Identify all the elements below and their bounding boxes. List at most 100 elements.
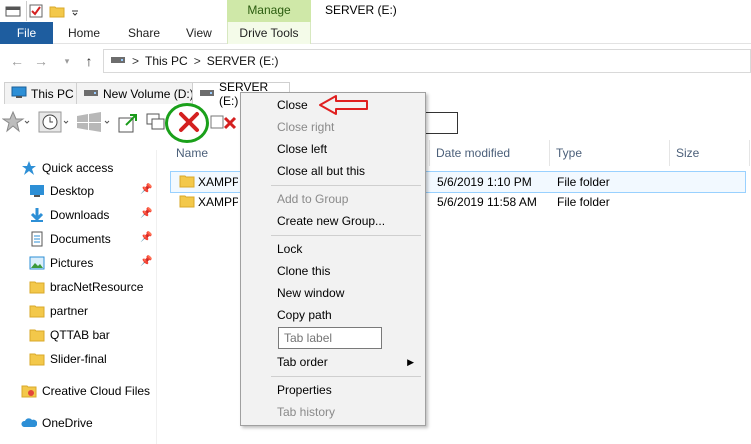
sidebar-item-documents[interactable]: Documents 📌 (28, 228, 157, 250)
sidebar-item-creative-cloud[interactable]: Creative Cloud Files (20, 380, 157, 402)
forward-arrow-icon[interactable]: → (32, 51, 50, 71)
row-name: XAMPP7 (198, 195, 238, 209)
downloads-icon (28, 207, 46, 223)
annotation-green-circle (165, 103, 209, 143)
sidebar-item-quick-access[interactable]: Quick access (20, 157, 157, 179)
menu-separator (271, 185, 421, 186)
navigation-pane: Quick access Desktop 📌 Downloads 📌 Docum… (0, 150, 157, 444)
menu-separator (271, 376, 421, 377)
sidebar-item-bracnetresource[interactable]: bracNetResource (28, 276, 157, 298)
pin-icon[interactable]: 📌 (140, 256, 152, 267)
windows-flag-icon[interactable] (74, 110, 112, 134)
sidebar-item-pictures[interactable]: Pictures 📌 (28, 252, 157, 274)
menu-item-close-left[interactable]: Close left (242, 138, 424, 160)
row-date-modified: 5/6/2019 11:58 AM (437, 195, 537, 209)
duplicate-window-icon[interactable] (145, 110, 167, 134)
column-header-type[interactable]: Type (550, 140, 670, 166)
up-arrow-icon[interactable]: ↑ (80, 51, 98, 71)
annotation-red-arrow-icon (319, 95, 368, 115)
folder-icon (28, 327, 46, 343)
menu-item-create-new-group[interactable]: Create new Group... (242, 210, 424, 232)
folder-icon (28, 351, 46, 367)
sidebar-item-label: Pictures (50, 256, 94, 270)
sidebar-item-slider-final[interactable]: Slider-final (28, 348, 157, 370)
menu-item-lock[interactable]: Lock (242, 238, 424, 260)
sidebar-item-label: Downloads (50, 208, 110, 222)
sidebar-item-qttab-bar[interactable]: QTTAB bar (28, 324, 157, 346)
folder-icon (28, 303, 46, 319)
properties-check-icon[interactable] (26, 1, 44, 21)
row-type: File folder (557, 195, 610, 209)
close-other-tabs-icon[interactable] (210, 110, 238, 134)
menu-item-close-all-but-this[interactable]: Close all but this (242, 160, 424, 182)
breadcrumb-separator: > (193, 54, 201, 68)
sidebar-item-downloads[interactable]: Downloads 📌 (28, 204, 157, 226)
menu-item-add-to-group[interactable]: Add to Group (242, 188, 424, 210)
new-folder-icon[interactable] (48, 1, 66, 21)
sidebar-item-label: Desktop (50, 184, 95, 198)
tab-drive-tools[interactable]: Drive Tools (227, 22, 311, 44)
back-arrow-icon[interactable]: ← (8, 51, 26, 71)
menu-item-label: Tab order (277, 355, 328, 369)
manage-tab[interactable]: Manage (227, 0, 311, 22)
tab-home[interactable]: Home (68, 22, 100, 44)
submenu-arrow-icon: ▶ (407, 357, 414, 367)
menu-item-tab-order[interactable]: Tab order ▶ (242, 351, 424, 373)
sidebar-item-label: Slider-final (50, 352, 107, 366)
recent-locations-chevron-icon[interactable]: ▾ (58, 51, 76, 71)
menu-item-properties[interactable]: Properties (242, 379, 424, 401)
breadcrumb-separator: > (132, 54, 140, 68)
sidebar-item-onedrive[interactable]: OneDrive (20, 412, 157, 434)
app-icon[interactable] (4, 1, 22, 21)
title-bar: Manage SERVER (E:) (0, 0, 751, 22)
sidebar-item-desktop[interactable]: Desktop 📌 (28, 180, 157, 202)
tab-share[interactable]: Share (128, 22, 160, 44)
this-pc-icon (11, 86, 27, 102)
folder-icon (179, 194, 195, 214)
row-type: File folder (557, 175, 610, 189)
menu-separator (271, 235, 421, 236)
tab-view[interactable]: View (186, 22, 212, 44)
file-tab[interactable]: File (0, 22, 53, 44)
quick-access-toolbar (0, 0, 80, 22)
pin-icon[interactable]: 📌 (140, 208, 152, 219)
tab-label: This PC (31, 86, 74, 101)
menu-item-clone-this[interactable]: Clone this (242, 260, 424, 282)
creative-cloud-folder-icon (20, 383, 38, 399)
window-title: SERVER (E:) (325, 3, 397, 17)
column-header-date-modified[interactable]: Date modified (430, 140, 550, 166)
tab-label-input[interactable] (278, 327, 382, 349)
breadcrumb-server-e[interactable]: SERVER (E:) (207, 54, 279, 68)
menu-item-new-window[interactable]: New window (242, 282, 424, 304)
folder-icon (179, 174, 195, 194)
row-date-modified: 5/6/2019 1:10 PM (437, 175, 532, 189)
history-clock-icon[interactable] (38, 110, 72, 134)
customize-qat-icon[interactable] (70, 1, 80, 21)
navigation-bar: ← → ▾ ↑ > This PC > SERVER (E:) (0, 45, 751, 77)
sidebar-item-partner[interactable]: partner (28, 300, 157, 322)
star-blue-icon (20, 160, 38, 176)
breadcrumb-this-pc[interactable]: This PC (145, 54, 188, 68)
pin-icon[interactable]: 📌 (140, 232, 152, 243)
star-icon[interactable] (2, 110, 30, 134)
sidebar-item-label: OneDrive (42, 416, 93, 430)
tab-this-pc[interactable]: This PC (4, 82, 81, 104)
sidebar-item-label: partner (50, 304, 89, 318)
tab-new-volume-d[interactable]: New Volume (D:) (76, 82, 201, 104)
onedrive-cloud-icon (20, 415, 38, 431)
pin-icon[interactable]: 📌 (140, 184, 152, 195)
menu-item-copy-path[interactable]: Copy path (242, 304, 424, 326)
sidebar-item-label: Documents (50, 232, 111, 246)
drive-icon (83, 87, 99, 101)
tab-context-menu: Close Close right Close left Close all b… (240, 92, 426, 426)
menu-item-tab-history[interactable]: Tab history (242, 401, 424, 423)
menu-item-close-right[interactable]: Close right (242, 116, 424, 138)
row-name: XAMPP7 (198, 175, 238, 189)
go-up-green-icon[interactable] (117, 110, 141, 134)
pictures-icon (28, 255, 46, 271)
address-bar[interactable]: > This PC > SERVER (E:) (103, 49, 751, 73)
ribbon-tabs: File Home Share View Drive Tools (0, 22, 751, 44)
documents-icon (28, 231, 46, 247)
folder-icon (28, 279, 46, 295)
column-header-size[interactable]: Size (670, 140, 750, 166)
